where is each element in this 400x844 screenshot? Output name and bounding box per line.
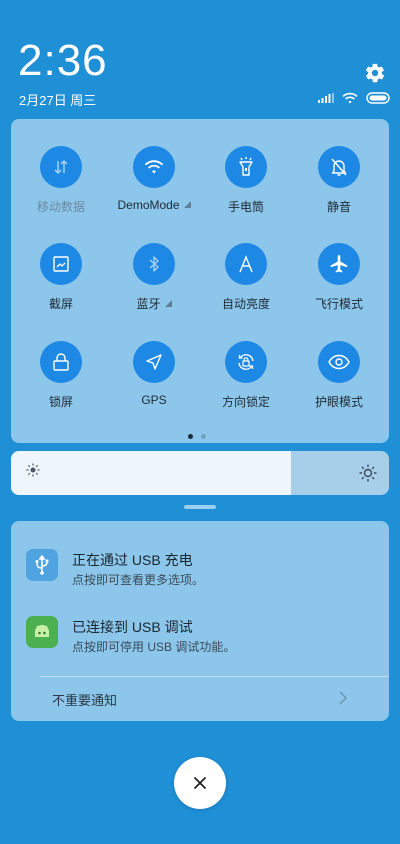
android-icon	[26, 616, 58, 648]
tile-label: 移动数据	[36, 200, 85, 214]
mute-bell-icon	[318, 146, 360, 188]
tile-eye-care[interactable]: 护眼模式	[299, 341, 379, 410]
clock-time: 2:36	[18, 36, 108, 85]
drag-handle[interactable]	[184, 505, 216, 509]
notification-title: 已连接到 USB 调试	[72, 619, 193, 635]
brightness-fill	[11, 451, 291, 495]
tile-label-wrap: DemoMode	[114, 198, 194, 212]
bluetooth-icon	[133, 243, 175, 285]
submenu-indicator-icon	[183, 201, 191, 208]
settings-gear-icon[interactable]	[364, 62, 386, 84]
tile-label: GPS	[141, 393, 167, 407]
date-label: 2月27日 周三	[19, 93, 97, 108]
tile-wifi[interactable]: DemoMode	[114, 146, 194, 212]
close-button[interactable]	[174, 757, 226, 809]
tile-bluetooth[interactable]: 蓝牙	[114, 243, 194, 312]
chevron-right-icon	[335, 688, 351, 713]
notification-title: 正在通过 USB 充电	[72, 552, 193, 568]
tile-label: 护眼模式	[314, 395, 363, 409]
tile-label: 蓝牙	[136, 297, 161, 311]
screenshot-icon	[40, 243, 82, 285]
airplane-icon	[318, 243, 360, 285]
submenu-indicator-icon	[164, 300, 172, 307]
tile-airplane[interactable]: 飞行模式	[299, 243, 379, 312]
location-icon	[133, 341, 175, 383]
tile-label: DemoMode	[117, 198, 180, 212]
tile-label: 截屏	[48, 297, 73, 311]
brightness-low-icon	[26, 463, 40, 482]
battery-icon	[366, 92, 390, 104]
divider	[40, 676, 389, 677]
tile-flashlight[interactable]: 手电筒	[206, 146, 286, 215]
flashlight-icon	[225, 146, 267, 188]
lock-icon	[40, 341, 82, 383]
tile-label: 飞行模式	[314, 297, 363, 311]
tile-lock-screen[interactable]: 锁屏	[21, 341, 101, 410]
signal-icon	[318, 93, 334, 103]
tile-label-wrap: 蓝牙	[114, 295, 194, 312]
tile-label: 锁屏	[48, 395, 73, 409]
tile-label: 静音	[326, 200, 351, 214]
page-dot	[201, 434, 206, 439]
eye-icon	[318, 341, 360, 383]
wifi-icon	[133, 146, 175, 188]
page-indicator	[188, 434, 206, 439]
quick-settings-panel: 移动数据 DemoMode 手电筒 静音 截屏 蓝牙 自动亮度 飞行模式 锁屏 …	[11, 119, 389, 443]
page-dot-active	[188, 434, 193, 439]
notification-subtitle: 点按即可停用 USB 调试功能。	[72, 640, 236, 654]
unimportant-notifications-link[interactable]: 不重要通知	[52, 690, 117, 709]
tile-rotation-lock[interactable]: 方向锁定	[206, 341, 286, 410]
rotation-lock-icon	[225, 341, 267, 383]
tile-label: 自动亮度	[221, 297, 270, 311]
mobile-data-icon	[40, 146, 82, 188]
tile-label: 手电筒	[227, 200, 264, 214]
usb-icon	[26, 549, 58, 581]
brightness-slider[interactable]	[11, 451, 389, 495]
close-icon	[193, 776, 207, 790]
brightness-high-icon	[359, 464, 377, 487]
status-bar-icons	[318, 91, 392, 105]
tile-screenshot[interactable]: 截屏	[21, 243, 101, 312]
tile-auto-brightness[interactable]: 自动亮度	[206, 243, 286, 312]
tile-mobile-data[interactable]: 移动数据	[21, 146, 101, 215]
notification-subtitle: 点按即可查看更多选项。	[72, 573, 205, 587]
tile-gps[interactable]: GPS	[114, 341, 194, 407]
auto-brightness-icon	[225, 243, 267, 285]
tile-mute[interactable]: 静音	[299, 146, 379, 215]
tile-label: 方向锁定	[221, 395, 270, 409]
wifi-status-icon	[342, 92, 358, 104]
